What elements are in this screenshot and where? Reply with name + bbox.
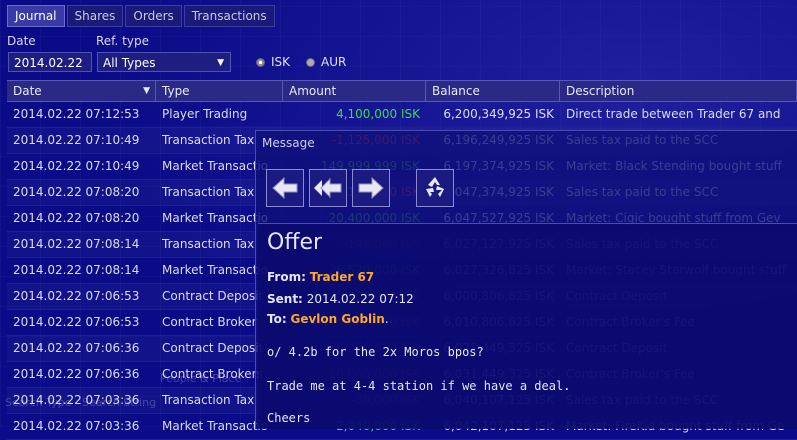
from-sender-link[interactable]: Trader 67 [310, 270, 374, 284]
message-subject: Offer [267, 230, 323, 255]
sent-label: Sent: [267, 292, 303, 306]
message-body: Offer From: Trader 67 Sent: 2014.02.22 0… [258, 223, 797, 429]
column-header-type[interactable]: Type [156, 81, 283, 101]
date-filter-input[interactable]: 2014.02.22 [8, 52, 92, 72]
cell-date: 2014.02.22 07:03:36 [13, 393, 140, 407]
reftype-dropdown[interactable]: All Types ▼ [97, 52, 231, 72]
recycle-icon [426, 177, 444, 197]
cell-date: 2014.02.22 07:08:14 [13, 263, 140, 277]
reftype-filter-label: Ref. type [96, 34, 149, 48]
forward-button[interactable] [352, 169, 390, 207]
cell-date: 2014.02.22 07:10:49 [13, 159, 140, 173]
sort-desc-icon: ▼ [143, 86, 150, 96]
cell-date: 2014.02.22 07:08:20 [13, 185, 140, 199]
column-header-balance[interactable]: Balance [426, 81, 560, 101]
message-to-line: To: Gevlon Goblin. [267, 312, 389, 326]
to-label: To: [267, 312, 287, 326]
column-header-amount[interactable]: Amount [283, 81, 426, 101]
journal-table-header: Date ▼ Type Amount Balance Description [7, 80, 797, 102]
message-text-line: Trade me at 4-4 station if we have a dea… [267, 379, 571, 393]
forward-arrow-icon [358, 176, 384, 200]
tab-journal[interactable]: Journal [7, 5, 65, 27]
cell-date: 2014.02.22 07:10:49 [13, 133, 140, 147]
cell-date: 2014.02.22 07:06:53 [13, 289, 140, 303]
message-sent-line: Sent: 2014.02.22 07:12 [267, 292, 414, 306]
tab-orders[interactable]: Orders [125, 5, 182, 27]
delete-button[interactable] [416, 169, 454, 207]
cell-date: 2014.02.22 07:06:53 [13, 315, 140, 329]
reftype-selected-value: All Types [103, 56, 156, 70]
radio-unselected-icon [306, 57, 315, 67]
tab-shares[interactable]: Shares [66, 5, 124, 27]
currency-radio-isk[interactable]: ISK [256, 55, 290, 69]
date-filter-label: Date [7, 34, 36, 48]
reply-all-arrow-icon [314, 177, 342, 199]
message-text-line: o/ 4.2b for the 2x Moros bpos? [267, 345, 484, 359]
currency-label-aur: AUR [321, 55, 347, 69]
column-header-description[interactable]: Description [560, 81, 797, 101]
radio-selected-icon [256, 57, 265, 67]
cell-date: 2014.02.22 07:06:36 [13, 367, 140, 381]
cell-type: Player Trading [162, 107, 248, 121]
cell-date: 2014.02.22 07:12:53 [13, 107, 140, 121]
cell-description: Direct trade between Trader 67 and [566, 107, 781, 121]
message-window-title: Message [262, 136, 315, 150]
sent-value: 2014.02.22 07:12 [306, 292, 414, 306]
from-label: From: [267, 270, 306, 284]
cell-date: 2014.02.22 07:08:20 [13, 211, 140, 225]
reply-arrow-icon [272, 176, 298, 200]
message-window[interactable]: Message Offer From: Trader 67 Sent: 2014… [255, 130, 797, 429]
cell-amount: 4,100,000 ISK [336, 107, 420, 121]
currency-radio-aur[interactable]: AUR [306, 55, 346, 69]
cell-date: 2014.02.22 07:06:36 [13, 341, 140, 355]
journal-tabs: Journal Shares Orders Transactions [7, 5, 277, 27]
chevron-down-icon: ▼ [217, 58, 224, 68]
to-suffix: . [384, 312, 389, 326]
column-header-label: Date [13, 84, 42, 98]
column-header-date[interactable]: Date ▼ [7, 81, 156, 101]
message-from-line: From: Trader 67 [267, 270, 374, 284]
reply-button[interactable] [266, 169, 304, 207]
cell-date: 2014.02.22 07:08:14 [13, 237, 140, 251]
cell-balance: 6,200,349,925 ISK [443, 107, 554, 121]
reply-all-button[interactable] [309, 169, 347, 207]
message-text-line: Cheers [267, 411, 311, 425]
tab-transactions[interactable]: Transactions [183, 5, 275, 27]
table-row[interactable]: 2014.02.22 07:12:53 Player Trading 4,100,0… [7, 102, 797, 128]
to-recipient-link[interactable]: Gevlon Goblin [290, 312, 384, 326]
currency-label-isk: ISK [271, 55, 291, 69]
